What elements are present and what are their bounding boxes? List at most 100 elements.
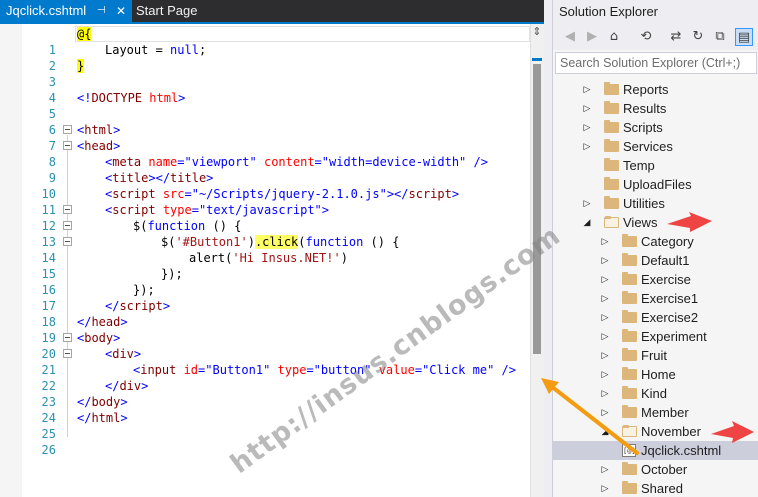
- expand-arrow-icon[interactable]: ▷: [582, 99, 592, 118]
- forward-icon[interactable]: ▶: [583, 28, 601, 46]
- code-text: $(function () {: [133, 219, 242, 233]
- code-text: <title></title>: [105, 171, 214, 185]
- code-text: alert('Hi Insus.NET!'): [189, 251, 348, 265]
- back-icon[interactable]: ◀: [561, 28, 579, 46]
- search-input[interactable]: Search Solution Explorer (Ctrl+;): [555, 52, 757, 74]
- collapse-icon[interactable]: [63, 205, 72, 214]
- collapse-icon[interactable]: [63, 237, 72, 246]
- folder-icon: [604, 120, 619, 133]
- expanded-arrow-icon[interactable]: ◢: [600, 422, 610, 441]
- tree-item[interactable]: [@] Jqclick.cshtml: [553, 441, 758, 460]
- folder-icon: [622, 272, 637, 285]
- expand-arrow-icon[interactable]: ▷: [582, 118, 592, 137]
- expand-arrow-icon[interactable]: ▷: [600, 270, 610, 289]
- code-text: </div>: [105, 379, 149, 393]
- tree-item-label: November: [641, 424, 701, 439]
- tree-item-label: Services: [623, 139, 673, 154]
- properties-icon[interactable]: ▤: [735, 28, 753, 46]
- code-line: 14 $('#Button1').click(function () {: [0, 234, 530, 265]
- tree-item-label: UploadFiles: [623, 177, 692, 192]
- tree-item[interactable]: ▷ Scripts: [553, 118, 758, 137]
- expand-arrow-icon[interactable]: ▷: [600, 308, 610, 327]
- tree-item[interactable]: ▷ Exercise1: [553, 289, 758, 308]
- code-text: <meta name="viewport" content="width=dev…: [105, 155, 488, 169]
- solution-explorer: Solution Explorer ◀ ▶ ⌂ ⟲ ⇄ ↻ ⧉ ▤ Search…: [552, 0, 758, 497]
- code-text: </html>: [77, 411, 128, 425]
- code-editor[interactable]: 1 @{ 2 Layout = null; 3 } 4 5 <!DOCTYPE …: [0, 24, 530, 497]
- expand-arrow-icon[interactable]: ▷: [582, 80, 592, 99]
- collapse-all-icon[interactable]: ⧉: [711, 28, 729, 46]
- tree-item[interactable]: ▷ Exercise: [553, 270, 758, 289]
- tree-item-label: October: [641, 462, 688, 477]
- code-line: 17 });: [0, 282, 530, 313]
- tree-item-label: Category: [641, 234, 694, 249]
- tree-item[interactable]: UploadFiles: [553, 175, 758, 194]
- expand-arrow-icon[interactable]: ▷: [600, 327, 610, 346]
- folder-icon: [604, 177, 619, 190]
- tree-item[interactable]: ▷ Category: [553, 232, 758, 251]
- expand-arrow-icon[interactable]: ▷: [600, 365, 610, 384]
- refresh-icon[interactable]: ↻: [689, 28, 707, 46]
- expand-arrow-icon[interactable]: ▷: [600, 403, 610, 422]
- collapse-icon[interactable]: [63, 349, 72, 358]
- line-number: 26: [41, 443, 56, 457]
- code-line: 15 alert('Hi Insus.NET!'): [0, 250, 530, 281]
- tree-item-label: Experiment: [641, 329, 707, 344]
- tree-item[interactable]: ▷ Member: [553, 403, 758, 422]
- collapse-icon[interactable]: [63, 333, 72, 342]
- tree-item[interactable]: ▷ Home: [553, 365, 758, 384]
- collapse-icon[interactable]: [63, 221, 72, 230]
- code-line: 25 </html>: [0, 410, 530, 441]
- collapse-icon[interactable]: [63, 125, 72, 134]
- expand-arrow-icon[interactable]: ▷: [600, 460, 610, 479]
- tree-item[interactable]: ▷ Shared: [553, 479, 758, 497]
- panel-title: Solution Explorer: [553, 0, 758, 24]
- tree-item[interactable]: ▷ Utilities: [553, 194, 758, 213]
- tree-item-label: Home: [641, 367, 676, 382]
- tree-item[interactable]: ▷ Results: [553, 99, 758, 118]
- expand-arrow-icon[interactable]: ▷: [600, 232, 610, 251]
- expand-arrow-icon[interactable]: ▷: [600, 384, 610, 403]
- code-line: 26: [0, 426, 530, 457]
- code-text: });: [161, 267, 183, 281]
- tree-item[interactable]: ▷ Experiment: [553, 327, 758, 346]
- home-icon[interactable]: ⌂: [605, 28, 623, 46]
- tab-jqclick-cshtml[interactable]: Jqclick.cshtml ⊣ ✕: [0, 0, 132, 22]
- expand-arrow-icon[interactable]: ▷: [600, 289, 610, 308]
- tree-item[interactable]: Temp: [553, 156, 758, 175]
- folder-icon: [622, 348, 637, 361]
- expand-arrow-icon[interactable]: ▷: [600, 346, 610, 365]
- collapse-icon[interactable]: [63, 141, 72, 150]
- tree-item[interactable]: ▷ Fruit: [553, 346, 758, 365]
- tree-item[interactable]: ▷ October: [553, 460, 758, 479]
- tree-item[interactable]: ▷ Reports: [553, 80, 758, 99]
- code-text: <script type="text/javascript">: [105, 203, 330, 217]
- expanded-arrow-icon[interactable]: ◢: [582, 213, 592, 232]
- code-text: @{: [77, 27, 92, 41]
- tree-item-label: Temp: [623, 158, 655, 173]
- code-text: <input id="Button1" type="button" value=…: [133, 363, 516, 377]
- close-icon[interactable]: ✕: [116, 0, 126, 22]
- pane-splitter[interactable]: [544, 0, 552, 497]
- tree-item[interactable]: ▷ Default1: [553, 251, 758, 270]
- folder-icon: [622, 462, 637, 475]
- tree-item[interactable]: ◢ November: [553, 422, 758, 441]
- code-line: 23 </div>: [0, 378, 530, 409]
- tree-item[interactable]: ▷ Services: [553, 137, 758, 156]
- scrollbar-thumb[interactable]: [533, 64, 541, 354]
- tree-item-label: Exercise1: [641, 291, 699, 306]
- tree-item[interactable]: ▷ Exercise2: [553, 308, 758, 327]
- sync-icon[interactable]: ⇄: [667, 28, 685, 46]
- folder-open-icon: [622, 425, 637, 437]
- pending-changes-icon[interactable]: ⟲: [637, 28, 655, 46]
- expand-arrow-icon[interactable]: ▷: [582, 137, 592, 156]
- tree-item[interactable]: ▷ Kind: [553, 384, 758, 403]
- expand-arrow-icon[interactable]: ▷: [600, 251, 610, 270]
- tab-start-page[interactable]: Start Page: [134, 0, 234, 22]
- code-line: 10 <title></title>: [0, 170, 530, 201]
- tree-item[interactable]: ◢ Views: [553, 213, 758, 232]
- split-window-icon[interactable]: ⇕: [531, 26, 543, 38]
- expand-arrow-icon[interactable]: ▷: [600, 479, 610, 497]
- expand-arrow-icon[interactable]: ▷: [582, 194, 592, 213]
- pin-icon[interactable]: ⊣: [97, 0, 106, 22]
